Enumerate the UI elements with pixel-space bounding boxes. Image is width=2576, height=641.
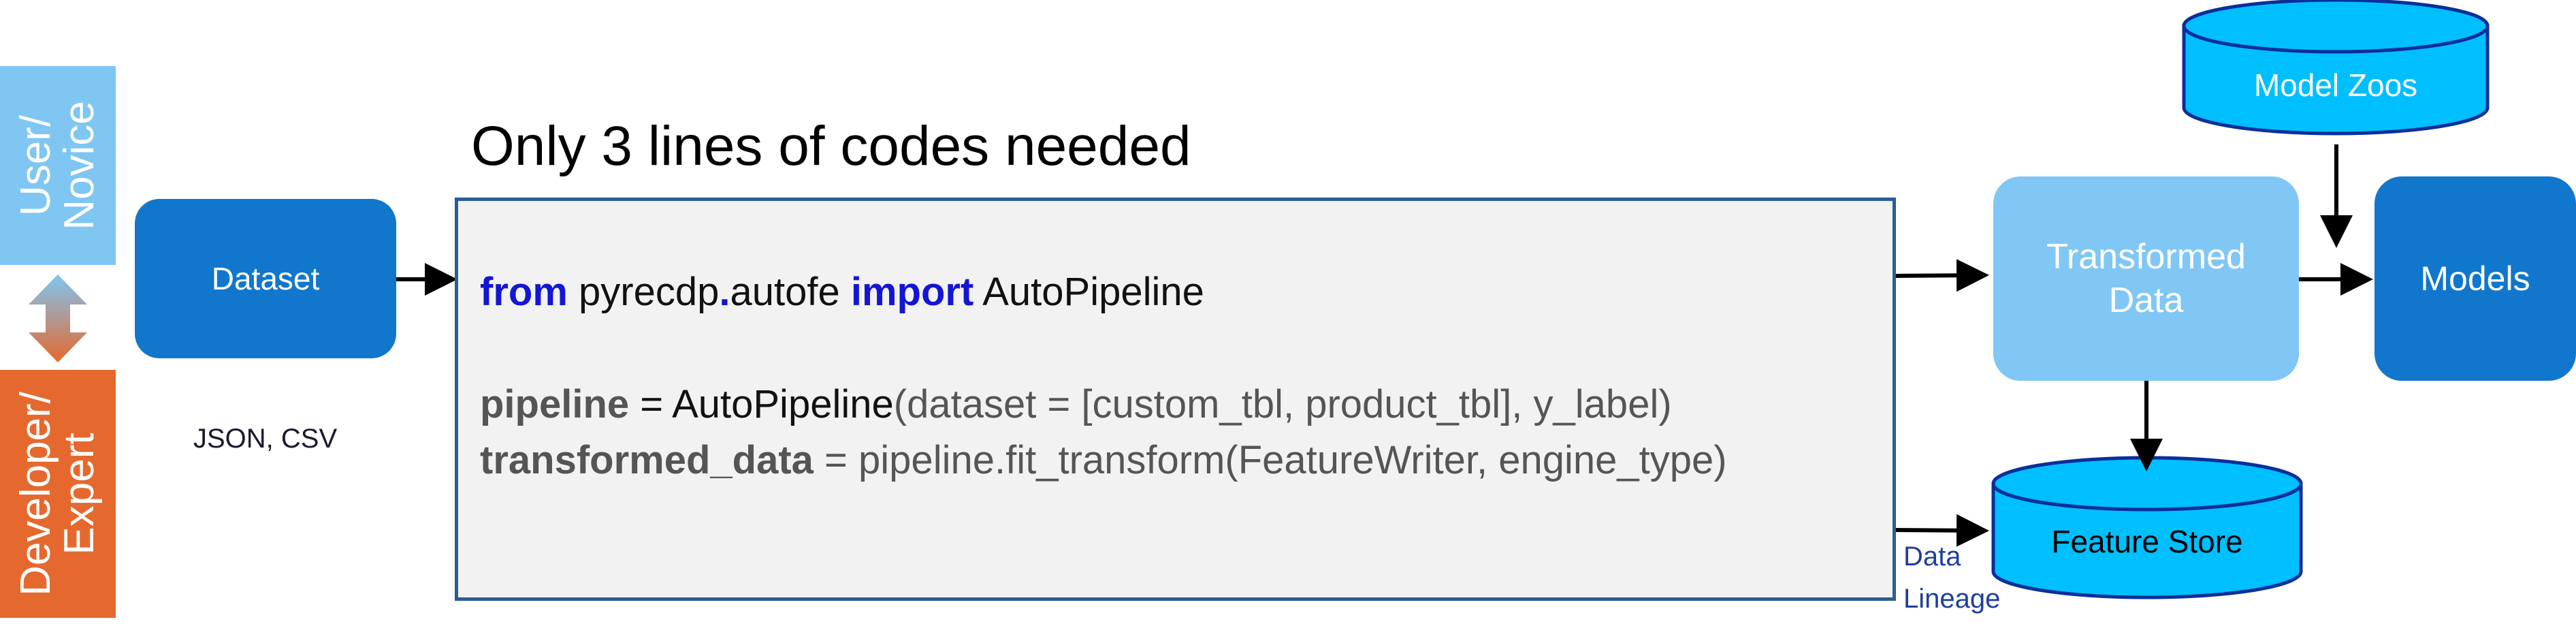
code-line-transform: transformed_data = pipeline.fit_transfor… (480, 437, 1727, 483)
keyword-import: import (850, 270, 974, 314)
var-transformed-data: transformed_data (480, 438, 814, 482)
arrow-code-to-store (1895, 514, 1989, 547)
developer-expert-label: Developer/ Expert (0, 370, 116, 618)
feature-store-label: Feature Store (2051, 524, 2243, 559)
models-label: Models (2420, 260, 2530, 298)
data-lineage-label: Data Lineage (1903, 542, 2001, 614)
arrow-code-to-transformed (1895, 259, 1989, 292)
pipeline-call: AutoPipeline (672, 382, 894, 426)
dataset-label: Dataset (211, 261, 320, 296)
user-novice-text: User/ Novice (12, 101, 103, 230)
module-name: pyrecdp (579, 270, 720, 314)
transformed-data-label: Transformed Data (2046, 237, 2246, 320)
headline: Only 3 lines of codes needed (471, 115, 1191, 177)
assign-op: = (813, 438, 859, 482)
var-pipeline: pipeline (480, 382, 630, 426)
developer-expert-text: Developer/ Expert (12, 392, 103, 596)
role-double-arrow (29, 275, 87, 362)
import-name: AutoPipeline (982, 270, 1204, 314)
dataset-node: Dataset (135, 199, 396, 358)
models-node: Models (2374, 176, 2576, 381)
pipeline-args: (dataset = [custom_tbl, product_tbl], y_… (893, 382, 1672, 426)
submodule-name: autofe (730, 270, 840, 314)
dataset-formats: JSON, CSV (193, 424, 338, 454)
user-novice-label: User/ Novice (0, 66, 116, 265)
transformed-data-node: Transformed Data (1993, 176, 2299, 381)
code-panel: from pyrecdp.autofe import AutoPipeline … (455, 198, 1896, 601)
code-line-pipeline: pipeline = AutoPipeline(dataset = [custo… (480, 381, 1672, 427)
assign-op: = (629, 382, 673, 426)
code-line-import: from pyrecdp.autofe import AutoPipeline (480, 269, 1204, 315)
fit-transform-call: pipeline.fit_transform(FeatureWriter, en… (858, 438, 1727, 482)
model-zoos-label: Model Zoos (2253, 67, 2418, 103)
module-dot: . (719, 270, 730, 314)
keyword-from: from (480, 270, 568, 314)
